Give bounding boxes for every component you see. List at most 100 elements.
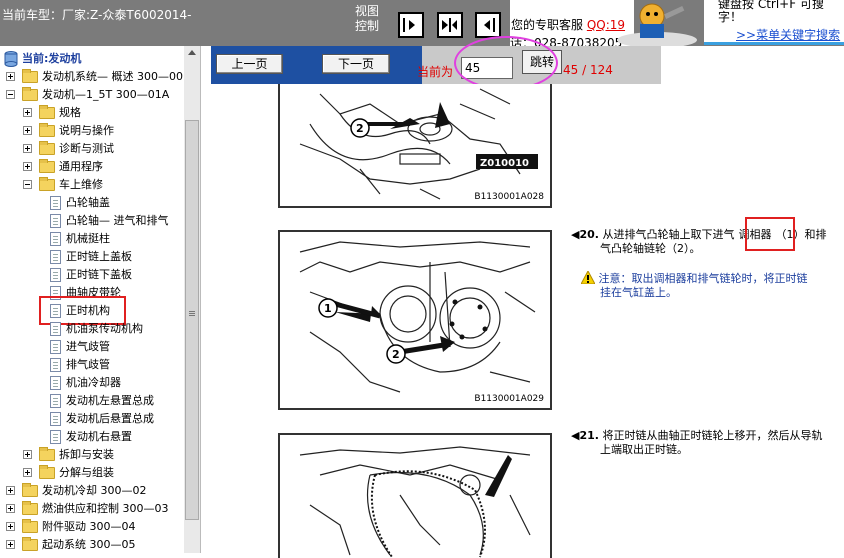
tree-item-label: 凸轮轴盖 [66,196,110,209]
expand-toggle-icon[interactable] [23,450,32,459]
figure-1: 2 Z010010 B1130001A028 [278,84,552,208]
engine-illustration-1: 2 Z010010 [299,88,538,200]
search-hint-panel: 键盘按 Ctrl+F 可搜 字！ >>菜单关键字搜索 [704,0,844,45]
document-icon [50,196,61,210]
engine-illustration-3 [299,446,531,558]
collapse-left-button[interactable] [398,12,424,38]
tree-item-label: 机械挺柱 [66,232,110,245]
hint-line2: 字！ [718,10,743,24]
tree-item-label: 附件驱动 300—04 [42,520,136,533]
tree-item-label: 车上维修 [59,178,103,191]
document-icon [50,412,61,426]
folder-icon [39,465,55,479]
folder-icon [39,141,55,155]
warning-line1: 取出调相器和排气链轮时，将正时链 [631,272,808,285]
expand-toggle-icon[interactable] [6,72,15,81]
document-icon [50,376,61,390]
step-20-line2: 气凸轮轴链轮（2）。 [600,242,701,255]
expand-toggle-icon[interactable] [23,108,32,117]
step-21-line1: 将正时链从曲轴正时链轮上移开，然后从导轨 [602,429,823,442]
expand-toggle-icon[interactable] [6,522,15,531]
current-page-label: 当前为 [417,65,454,79]
sidebar-tree: 当前:发动机 发动机系统— 概述 300—00 发动机—1_5T 300—01A 规格… [0,46,201,553]
tree-item-label: 发动机后悬置总成 [66,412,154,425]
document-icon [50,430,61,444]
warning-line2: 挂在气缸盖上。 [600,286,677,299]
next-page-button[interactable]: 下一页 [322,54,390,74]
document-icon [50,340,61,354]
folder-icon [39,105,55,119]
mascot-image [612,0,702,48]
expand-toggle-icon[interactable] [23,162,32,171]
document-icon [50,214,61,228]
scroll-up-icon [188,50,196,55]
tree-item-label: 凸轮轴— 进气和排气 [66,214,169,227]
expand-toggle-icon[interactable] [23,468,32,477]
annotation-circle [454,36,558,90]
collapse-toggle-icon[interactable] [6,90,15,99]
figure-2: 1 2 B1130001A029 [278,230,552,410]
split-view-button[interactable] [437,12,463,38]
collapse-toggle-icon[interactable] [23,180,32,189]
tree-item-label: 发动机系统— 概述 300—00 [42,70,183,83]
document-icon [50,232,61,246]
fig1-code: B1130001A028 [474,192,544,202]
tree-item-label: 说明与操作 [59,124,114,137]
top-bar: 当前车型：厂家:Z-众泰T6002014- 视图 控制 您的专职客服 QQ:19… [0,0,844,50]
tree-item-label: 诊断与测试 [59,142,114,155]
tree-item-label: 机油冷却器 [66,376,121,389]
tree-item-label: 起动系统 300—05 [42,538,136,551]
tree-item-label: 通用程序 [59,160,103,173]
tree-item-label: 进气歧管 [66,340,110,353]
tree-item-label: 分解与组装 [59,466,114,479]
database-icon [4,51,18,67]
folder-icon [39,123,55,137]
folder-icon [22,537,38,551]
warning-label: 注意： [598,272,632,285]
tree-item-label: 拆卸与安装 [59,448,114,461]
warning-icon [580,269,596,285]
expand-toggle-icon[interactable] [6,486,15,495]
folder-icon [39,159,55,173]
expand-right-icon [484,18,495,32]
document-icon [50,322,61,336]
folder-icon [22,69,38,83]
step-21-line2: 上端取出正时链。 [600,443,688,456]
tree-item-label: 规格 [59,106,81,119]
folder-icon [39,447,55,461]
expand-toggle-icon[interactable] [23,144,32,153]
folder-icon [22,519,38,533]
tree-item-label: 排气歧管 [66,358,110,371]
fig1-callout: 2 [356,122,364,135]
service-label: 您的专职客服 [511,18,584,32]
tree-item-label: 机油泵传动机构 [66,322,143,335]
folder-open-icon [39,177,55,191]
step-20-text-tail: 气 [723,228,735,241]
sidebar-scrollbar[interactable] [184,46,200,553]
expand-toggle-icon[interactable] [6,504,15,513]
document-icon [50,358,61,372]
expand-toggle-icon[interactable] [23,126,32,135]
expand-right-button[interactable] [475,12,501,38]
document-viewer: 上一页 下一页 当前为 跳转 45 / 124 2 [211,36,844,558]
tree-item-label: 正时链上盖板 [66,250,132,263]
folder-icon [22,501,38,515]
collapse-left-icon [403,18,415,32]
expand-toggle-icon[interactable] [6,540,15,549]
tree-root-label: 当前:发动机 [22,52,82,65]
fig1-badge: Z010010 [480,158,529,169]
car-type-label: 当前车型：厂家:Z-众泰T6002014- [2,8,192,22]
fig2-callout-1: 1 [324,302,332,315]
folder-open-icon [22,87,38,101]
prev-page-button[interactable]: 上一页 [216,54,283,74]
folder-icon [22,483,38,497]
fig2-callout-2: 2 [392,348,400,361]
view-control-label: 视图 控制 [355,4,379,34]
sidebar-scroll-thumb[interactable] [185,120,199,520]
split-view-icon [442,18,457,32]
page-count: 45 / 124 [563,63,613,77]
tree-item-label: 发动机左悬置总成 [66,394,154,407]
highlight-box-phaser [745,217,795,251]
document-icon [50,250,61,264]
keyword-search-link[interactable]: >>菜单关键字搜索 [736,26,840,43]
